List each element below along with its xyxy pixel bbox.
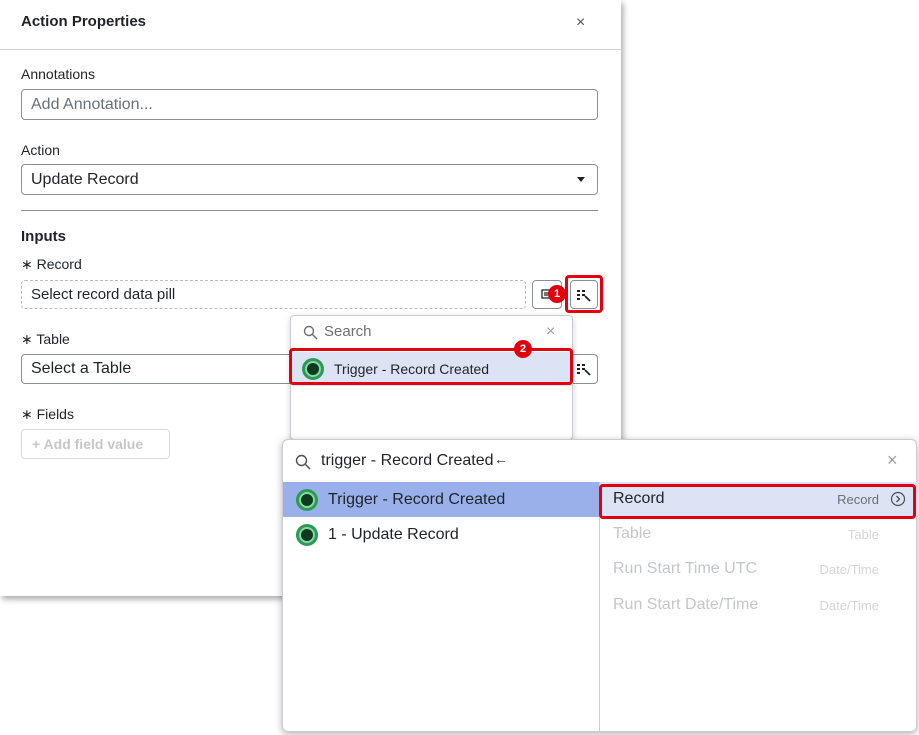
record-label: ∗ Record — [21, 256, 82, 272]
table-select[interactable]: Select a Table — [21, 354, 301, 384]
action-select[interactable]: Update Record — [21, 164, 598, 195]
action-select-value: Update Record — [31, 170, 139, 188]
search-icon — [295, 454, 311, 470]
picker-field-name: Run Start Date/Time — [613, 596, 759, 613]
picker-source-item[interactable]: 1 - Update Record — [283, 517, 599, 552]
cursor-icon: ← — [494, 451, 508, 467]
picker-search-row: trigger - Record Created ← × — [283, 440, 916, 482]
divider — [21, 210, 598, 211]
picker-field-type: Date/Time — [819, 598, 879, 613]
callout-badge-1: 1 — [548, 285, 566, 303]
annotation-input[interactable]: Add Annotation... — [21, 89, 598, 120]
picker-field-name: Table — [613, 525, 652, 542]
picker-source-label: 1 - Update Record — [328, 525, 459, 543]
fields-label: ∗ Fields — [21, 406, 74, 422]
data-pill-picker-icon — [577, 364, 591, 376]
data-pill-avatar-icon — [296, 523, 318, 546]
record-pill-field[interactable]: Select record data pill — [21, 280, 526, 309]
inputs-section-title: Inputs — [21, 228, 66, 245]
add-field-value-button[interactable]: + Add field value — [21, 429, 170, 459]
picker-source-label: Trigger - Record Created — [328, 490, 506, 508]
picker-field-item[interactable]: Table Table — [600, 517, 917, 552]
data-pill-picker-popup: trigger - Record Created ← × Trigger - R… — [282, 439, 917, 732]
annotations-label: Annotations — [21, 66, 95, 82]
action-label: Action — [21, 142, 60, 158]
table-label: ∗ Table — [21, 331, 70, 347]
picker-search-input[interactable]: trigger - Record Created — [321, 452, 494, 470]
search-icon — [303, 325, 318, 340]
panel-header: Action Properties × — [0, 0, 621, 50]
picker-field-type: Date/Time — [819, 562, 879, 577]
data-pill-avatar-icon — [296, 488, 318, 511]
picker-field-list: Record Record Table Table Run Start Time… — [599, 482, 917, 732]
table-data-pill-picker-button[interactable] — [570, 354, 598, 384]
picker-field-name: Run Start Time UTC — [613, 560, 758, 577]
callout-box-3 — [599, 484, 916, 519]
picker-source-item[interactable]: Trigger - Record Created — [283, 482, 599, 517]
picker-source-list: Trigger - Record Created 1 - Update Reco… — [283, 482, 599, 732]
close-icon[interactable]: × — [887, 450, 898, 471]
picker-field-type: Table — [847, 527, 879, 542]
picker-field-item[interactable]: Run Start Date/Time Date/Time — [600, 588, 917, 623]
picker-field-item[interactable]: Run Start Time UTC Date/Time — [600, 552, 917, 587]
close-icon[interactable]: × — [546, 323, 555, 341]
callout-badge-2: 2 — [514, 340, 532, 358]
panel-title: Action Properties — [21, 13, 147, 30]
close-icon[interactable]: × — [576, 14, 585, 32]
chevron-down-icon — [577, 177, 585, 182]
popup-search-input[interactable]: Search — [324, 323, 372, 340]
callout-box-1 — [565, 275, 603, 313]
